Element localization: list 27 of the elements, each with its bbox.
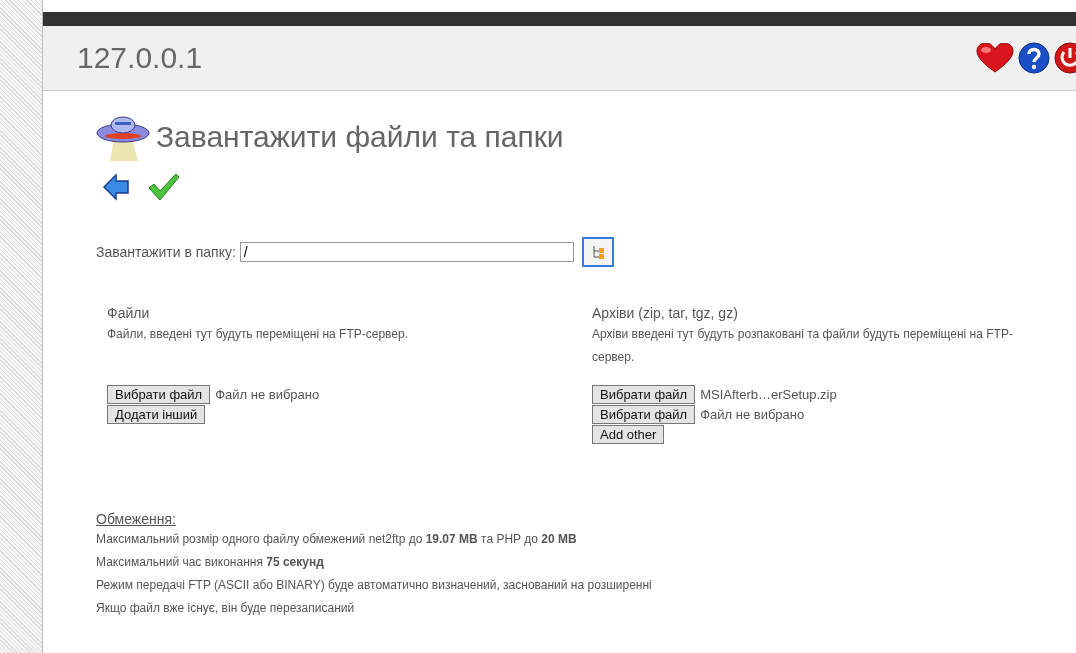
folder-label: Завантажити в папку: [96, 244, 236, 260]
browse-folder-button[interactable] [581, 237, 614, 267]
limits-heading: Обмеження: [96, 510, 177, 528]
section-heading: Архіви (zip, tar, tgz, gz) [592, 305, 739, 321]
heart-icon[interactable] [976, 43, 1014, 73]
section-heading: Файли [107, 305, 151, 321]
help-icon[interactable] [1018, 42, 1050, 74]
choose-file-button[interactable]: Вибрати файл [592, 385, 696, 404]
file-name: MSIAfterb…erSetup.zip [700, 387, 837, 402]
back-arrow-icon[interactable] [102, 173, 130, 201]
limit-text: Максимальний час виконання 75 секунд [96, 554, 325, 571]
host-title: 127.0.0.1 [77, 41, 203, 75]
choose-file-button[interactable]: Вибрати файл [592, 405, 696, 424]
checkmark-icon[interactable] [148, 173, 180, 201]
power-icon[interactable] [1054, 42, 1076, 74]
section-description: Архіви введені тут будуть розпаковані та файли будуть переміщені на FTP-сервер. [592, 326, 1014, 366]
add-other-button[interactable]: Add other [592, 425, 665, 444]
add-other-button[interactable]: Додати інший [107, 405, 206, 424]
file-name: Файл не вибрано [215, 387, 320, 402]
limit-text: Режим передачі FTP (ASCII або BINARY) буде автоматично визначений, заснований на розширенні [96, 577, 653, 594]
limit-text: Максимальний розмір одного файлу обмежений net2ftp до 19.07 MB та PHP до 20 MB [96, 531, 578, 548]
section-description: Файли, введені тут будуть переміщені на FTP-сервер. [107, 326, 409, 343]
page-title: Завантажити файли та папки [156, 120, 564, 154]
folder-field[interactable]: / [239, 242, 574, 262]
limit-text: Якщо файл вже існує, він буде перезаписаний [96, 600, 356, 617]
choose-file-button[interactable]: Вибрати файл [107, 385, 211, 404]
file-name: Файл не вибрано [700, 407, 805, 422]
